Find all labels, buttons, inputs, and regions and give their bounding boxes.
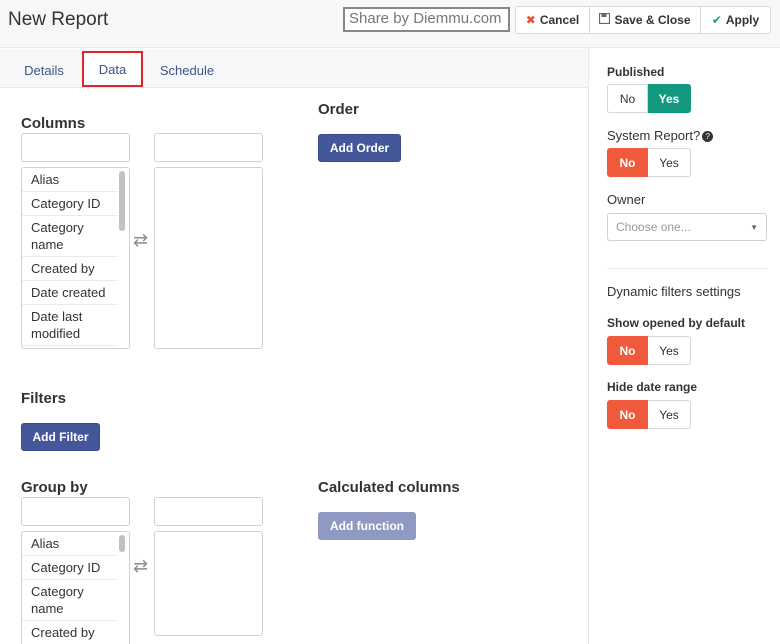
- columns-available-search-input[interactable]: [21, 133, 130, 162]
- list-item[interactable]: Alias: [22, 168, 118, 192]
- save-icon: [599, 12, 611, 27]
- list-item[interactable]: Category name: [22, 580, 118, 621]
- columns-selected-list[interactable]: [154, 167, 263, 349]
- owner-select[interactable]: Choose one... ▼: [607, 213, 767, 241]
- list-item[interactable]: Alias: [22, 532, 118, 556]
- tab-data[interactable]: Data: [82, 51, 143, 87]
- list-item[interactable]: Date created: [22, 281, 118, 305]
- group-by-available-list[interactable]: Alias Category ID Category name Created …: [21, 531, 130, 644]
- system-report-toggle: No Yes: [607, 148, 691, 177]
- add-filter-button[interactable]: Add Filter: [21, 423, 100, 451]
- hide-date-range-yes-option[interactable]: Yes: [648, 400, 691, 429]
- list-item[interactable]: Created by: [22, 257, 118, 281]
- add-order-button[interactable]: Add Order: [318, 134, 401, 162]
- check-icon: ✔: [711, 13, 722, 27]
- columns-title: Columns: [21, 115, 86, 132]
- system-report-no-option[interactable]: No: [607, 148, 648, 177]
- group-by-selected-list[interactable]: [154, 531, 263, 636]
- hide-date-range-toggle: No Yes: [607, 400, 691, 429]
- save-close-button[interactable]: Save & Close: [590, 6, 701, 34]
- header-bar: New Report Share by Diemmu.com ✖ Cancel …: [0, 0, 780, 48]
- transfer-arrows-icon[interactable]: ⇄: [133, 556, 148, 577]
- apply-button[interactable]: ✔ Apply: [701, 6, 771, 34]
- published-no-option[interactable]: No: [607, 84, 648, 113]
- cancel-label: Cancel: [539, 13, 580, 27]
- sidebar-separator: [607, 268, 767, 269]
- owner-select-placeholder: Choose one...: [616, 220, 691, 234]
- tab-bar: Details Data Schedule: [0, 49, 589, 88]
- filters-title: Filters: [21, 390, 67, 407]
- tab-schedule[interactable]: Schedule: [152, 52, 222, 88]
- system-report-yes-option[interactable]: Yes: [648, 148, 691, 177]
- help-icon[interactable]: ?: [702, 131, 714, 142]
- columns-selected-search-input[interactable]: [154, 133, 263, 162]
- share-watermark-box: Share by Diemmu.com: [343, 7, 510, 32]
- hide-date-range-label: Hide date range: [607, 380, 698, 394]
- sidebar-divider: [588, 48, 589, 644]
- list-item[interactable]: Date last modified: [22, 305, 118, 346]
- list-item[interactable]: Category ID: [22, 192, 118, 216]
- calculated-columns-title: Calculated columns: [318, 479, 460, 496]
- published-label: Published: [607, 65, 665, 79]
- dynamic-filters-label: Dynamic filters settings: [607, 284, 741, 299]
- list-item[interactable]: Category ID: [22, 556, 118, 580]
- page-title: New Report: [8, 9, 109, 30]
- group-by-title: Group by: [21, 479, 88, 496]
- show-opened-no-option[interactable]: No: [607, 336, 648, 365]
- system-report-text: System Report?: [607, 128, 701, 143]
- system-report-label: System Report??: [607, 128, 714, 143]
- hide-date-range-no-option[interactable]: No: [607, 400, 648, 429]
- published-yes-option[interactable]: Yes: [648, 84, 691, 113]
- columns-available-list[interactable]: Alias Category ID Category name Created …: [21, 167, 130, 349]
- show-opened-label: Show opened by default: [607, 316, 746, 330]
- order-title: Order: [318, 101, 359, 118]
- published-toggle: No Yes: [607, 84, 691, 113]
- owner-label: Owner: [607, 192, 646, 207]
- apply-label: Apply: [725, 13, 760, 27]
- save-close-label: Save & Close: [614, 13, 691, 27]
- group-by-selected-search-input[interactable]: [154, 497, 263, 526]
- group-by-scrollbar[interactable]: [119, 535, 125, 552]
- list-item[interactable]: Created by: [22, 621, 118, 644]
- tab-details[interactable]: Details: [12, 52, 76, 88]
- list-item[interactable]: Category name: [22, 216, 118, 257]
- cancel-button[interactable]: ✖ Cancel: [515, 6, 590, 34]
- show-opened-yes-option[interactable]: Yes: [648, 336, 691, 365]
- transfer-arrows-icon[interactable]: ⇄: [133, 230, 148, 251]
- group-by-available-search-input[interactable]: [21, 497, 130, 526]
- caret-down-icon: ▼: [750, 223, 758, 232]
- close-icon: ✖: [525, 13, 536, 27]
- add-function-button[interactable]: Add function: [318, 512, 416, 540]
- columns-scrollbar[interactable]: [119, 171, 125, 231]
- show-opened-toggle: No Yes: [607, 336, 691, 365]
